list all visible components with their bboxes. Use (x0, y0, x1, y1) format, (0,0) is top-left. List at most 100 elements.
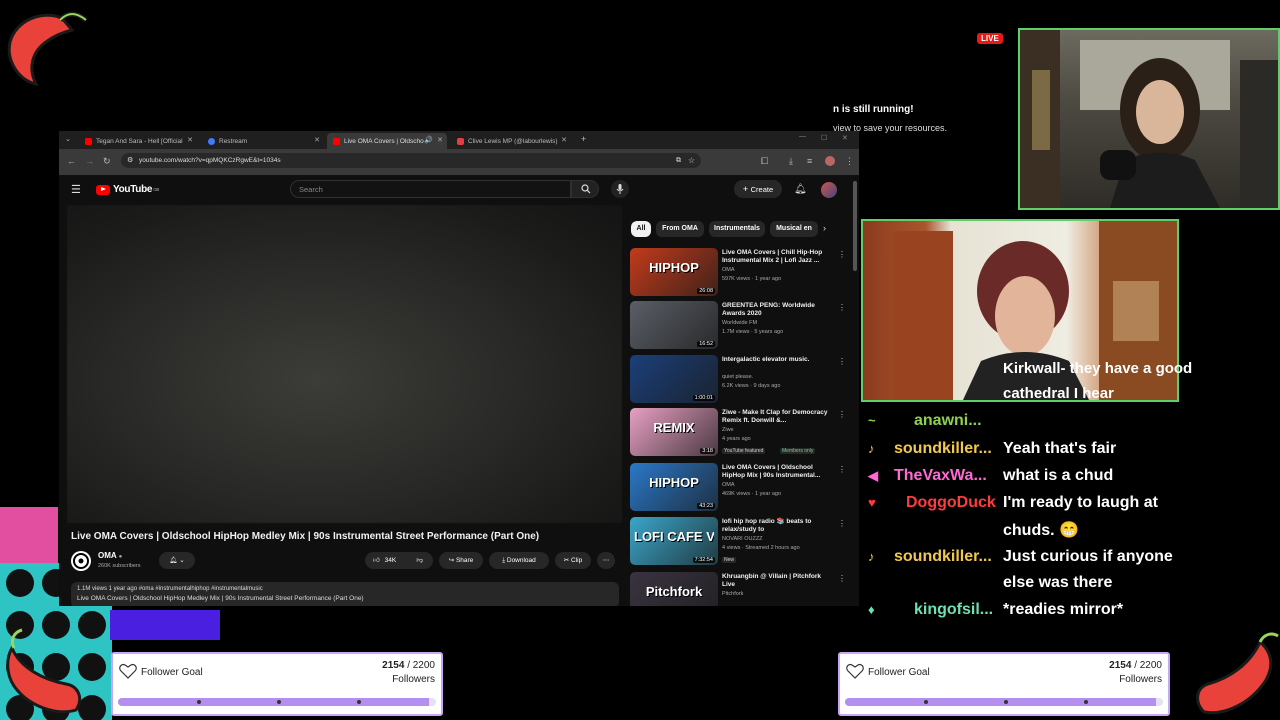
recommendation-item[interactable]: HIPHOP 26:08 Live OMA Covers | Chill Hip-H… (630, 248, 852, 298)
notification-title: n is still running! (833, 104, 914, 115)
more-options-icon[interactable]: ⋮ (838, 410, 846, 419)
close-window-icon[interactable]: ✕ (842, 134, 848, 142)
recommendation-item[interactable]: HIPHOP 43:23 Live OMA Covers | Oldschool H… (630, 463, 852, 513)
video-thumbnail[interactable]: REMIX 3:18 (630, 408, 718, 456)
extensions-icon[interactable]: ⧠ (761, 156, 768, 167)
recommendation-title[interactable]: Ziwe - Make It Clap for Democracy Remix … (722, 409, 834, 425)
share-button[interactable]: ↪ Share (439, 552, 483, 569)
chips-next-icon[interactable]: › (823, 223, 826, 233)
more-actions-button[interactable]: ⋯ (597, 552, 615, 569)
site-info-icon[interactable]: ⚙ (127, 153, 133, 168)
recommendation-title[interactable]: Live OMA Covers | Oldschool HipHop Mix |… (722, 464, 834, 480)
recommendation-channel[interactable]: OMA (722, 482, 735, 488)
goal-title: Follower Goal (868, 667, 930, 678)
video-player[interactable] (67, 205, 622, 523)
recommendation-item[interactable]: 1:00:01 Intergalactic elevator music. quie… (630, 355, 852, 405)
minimize-icon[interactable]: — (799, 133, 806, 140)
logo-text: YouTube (113, 184, 153, 195)
channel-name[interactable]: OMA ● (98, 551, 122, 560)
close-tab-icon[interactable]: ✕ (561, 136, 567, 144)
video-duration: 1:00:01 (692, 395, 715, 401)
more-options-icon[interactable]: ⋮ (838, 250, 846, 259)
tab-clive-lewis[interactable]: Clive Lewis MP (@labourlewis) ✕ (451, 133, 571, 149)
search-input[interactable]: Search (290, 180, 571, 198)
caption-line-2: cathedral I hear (1003, 385, 1114, 402)
media-icon[interactable]: ≡ (807, 156, 812, 166)
video-thumbnail[interactable]: HIPHOP 43:23 (630, 463, 718, 511)
thumbs-down-icon[interactable]: 👎︎ (416, 552, 423, 569)
recommendation-item[interactable]: Pitchfork Khruangbin @ Villain | Pitchfor… (630, 572, 852, 606)
recommendation-channel[interactable]: Worldwide FM (722, 320, 757, 326)
back-icon[interactable]: ← (67, 156, 76, 166)
close-tab-icon[interactable]: ✕ (187, 136, 193, 144)
video-thumbnail[interactable]: LOFI CAFE VIBES 7:32:54 (630, 517, 718, 565)
recommendation-title[interactable]: Khruangbin @ Villain | Pitchfork Live (722, 573, 834, 589)
chip-label: Musical en (776, 225, 812, 232)
download-button[interactable]: ⤓ Download (489, 552, 549, 569)
create-button[interactable]: + Create (734, 180, 782, 198)
tab-tegan-sara[interactable]: Tegan And Sara - Hell [Official ✕ (79, 133, 197, 149)
description-meta: 1.1M views 1 year ago #oma #instrumental… (77, 586, 263, 592)
video-thumbnail[interactable]: HIPHOP 26:08 (630, 248, 718, 296)
recommendation-title[interactable]: Live OMA Covers | Chill Hip-Hop Instrume… (722, 249, 834, 265)
more-options-icon[interactable]: ⋮ (838, 465, 846, 474)
more-options-icon[interactable]: ⋮ (838, 357, 846, 366)
thumbnail-text: LOFI CAFE VIBES (634, 529, 714, 544)
video-thumbnail[interactable]: 16:52 (630, 301, 718, 349)
recommendation-channel[interactable]: Ziwe (722, 427, 734, 433)
close-tab-icon[interactable]: ✕ (314, 136, 320, 144)
profile-avatar[interactable] (825, 156, 835, 166)
hamburger-menu-icon[interactable]: ☰ (71, 183, 81, 196)
recommendation-channel[interactable]: Pitchfork (722, 591, 743, 597)
audio-playing-icon[interactable]: 🔊 (424, 136, 433, 144)
like-button[interactable]: 👍︎ 34K 👎︎ (365, 552, 433, 569)
video-thumbnail[interactable]: 1:00:01 (630, 355, 718, 403)
tab-live-oma[interactable]: Live OMA Covers | Oldscho 🔊 ✕ (327, 133, 447, 149)
recommendation-channel[interactable]: OMA (722, 267, 735, 273)
more-options-icon[interactable]: ⋮ (838, 303, 846, 312)
browser-menu-icon[interactable]: ⋮ (845, 156, 854, 167)
more-options-icon[interactable]: ⋮ (838, 519, 846, 528)
cast-icon[interactable]: ⧉ (676, 153, 681, 168)
url-input[interactable]: ⚙ youtube.com/watch?v=qpMQKCzRgwE&t=1034… (121, 153, 701, 168)
chat-message: Yeah that's fair (1003, 440, 1117, 457)
youtube-logo[interactable]: YouTube GB (96, 184, 159, 195)
voice-search-button[interactable] (611, 180, 629, 198)
forward-icon[interactable]: → (85, 156, 94, 166)
subscribe-bell-button[interactable]: 🔔︎ ⌄ (159, 552, 195, 569)
recommendation-title[interactable]: lofi hip hop radio 📚 beats to relax/stud… (722, 518, 834, 534)
recommendation-channel[interactable]: NOVARI OUZZZ (722, 536, 763, 542)
chip-musical-ensembles[interactable]: Musical en (770, 221, 818, 237)
url-text: youtube.com/watch?v=qpMQKCzRgwE&t=1034s (139, 157, 281, 164)
more-options-icon[interactable]: ⋮ (838, 574, 846, 583)
recommendation-item[interactable]: REMIX 3:18 Ziwe - Make It Clap for Democra… (630, 408, 852, 458)
chip-all[interactable]: All (631, 221, 651, 237)
thumbnail-text: Pitchfork (645, 584, 703, 599)
reload-icon[interactable]: ↻ (103, 156, 111, 167)
tab-search-icon[interactable]: ⌄ (65, 135, 71, 143)
recommendation-title[interactable]: Intergalactic elevator music. (722, 356, 834, 364)
video-thumbnail[interactable]: Pitchfork (630, 572, 718, 606)
recommendation-channel[interactable]: quiet please. (722, 374, 753, 380)
share-label: Share (455, 557, 474, 564)
close-tab-icon[interactable]: ✕ (437, 136, 443, 144)
chip-instrumentals[interactable]: Instrumentals (709, 221, 765, 237)
search-placeholder: Search (299, 185, 323, 194)
scrollbar[interactable] (853, 181, 857, 271)
chip-from-oma[interactable]: From OMA (656, 221, 704, 237)
clip-button[interactable]: ✂ Clip (555, 552, 591, 569)
account-avatar[interactable] (821, 182, 837, 198)
recommendation-item[interactable]: LOFI CAFE VIBES 7:32:54 lofi hip hop radio… (630, 517, 852, 567)
notifications-bell-icon[interactable]: 🔔︎ (794, 184, 807, 195)
maximize-icon[interactable]: ☐ (821, 134, 827, 142)
bookmark-star-icon[interactable]: ☆ (688, 153, 695, 168)
new-tab-icon[interactable]: + (581, 134, 586, 144)
recommendation-title[interactable]: GREENTEA PENG: Worldwide Awards 2020 (722, 302, 834, 318)
recommendation-item[interactable]: 16:52 GREENTEA PENG: Worldwide Awards 202… (630, 301, 852, 351)
search-button[interactable] (571, 180, 599, 198)
recommendation-badge: YouTube featured (722, 448, 766, 454)
downloads-icon[interactable]: ⤓ (789, 156, 793, 167)
channel-avatar[interactable] (71, 551, 91, 571)
recommendation-meta: 469K views · 1 year ago (722, 491, 782, 497)
tab-restream[interactable]: Restream ✕ (202, 133, 324, 149)
